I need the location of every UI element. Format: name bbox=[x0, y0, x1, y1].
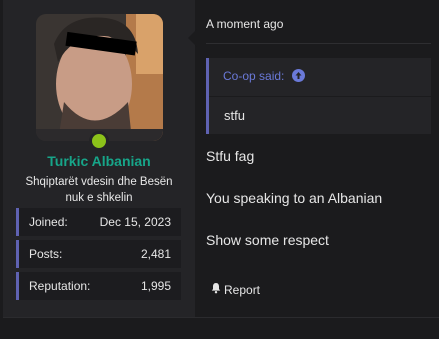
stat-label: Joined: bbox=[29, 215, 68, 229]
quote-block: Co-op said: stfu bbox=[206, 58, 431, 134]
message-pointer bbox=[188, 29, 197, 47]
quote-author: Co-op said: bbox=[223, 69, 285, 83]
stat-reputation: Reputation: 1,995 bbox=[16, 272, 181, 300]
stat-label: Posts: bbox=[29, 247, 63, 261]
message-line: Stfu fag bbox=[206, 148, 255, 164]
stat-joined: Joined: Dec 15, 2023 bbox=[16, 208, 181, 236]
stat-posts: Posts: 2,481 bbox=[16, 240, 181, 268]
user-info-panel: Turkic Albanian Shqiptarët vdesin dhe Be… bbox=[3, 0, 195, 317]
report-label: Report bbox=[224, 282, 261, 297]
arrow-up-circle-icon[interactable] bbox=[291, 69, 305, 85]
quote-header[interactable]: Co-op said: bbox=[223, 69, 305, 85]
username[interactable]: Turkic Albanian bbox=[3, 153, 195, 169]
header-divider bbox=[206, 43, 431, 44]
user-title: Shqiptarët vdesin dhe Besën nuk e shkeli… bbox=[25, 176, 173, 204]
stat-value: Dec 15, 2023 bbox=[99, 215, 171, 229]
message-line: Show some respect bbox=[206, 232, 329, 248]
user-stats: Joined: Dec 15, 2023 Posts: 2,481 Reputa… bbox=[16, 208, 181, 304]
report-button[interactable]: Report bbox=[210, 282, 260, 297]
message-line: You speaking to an Albanian bbox=[206, 190, 383, 206]
avatar-image bbox=[36, 14, 163, 141]
stat-label: Reputation: bbox=[29, 279, 91, 293]
bell-icon bbox=[210, 282, 222, 297]
stat-value: 1,995 bbox=[140, 279, 171, 293]
quote-divider bbox=[209, 96, 431, 97]
online-status-indicator bbox=[89, 131, 109, 151]
stat-value[interactable]: 2,481 bbox=[141, 240, 171, 268]
quote-text: stfu bbox=[224, 108, 245, 123]
message-post: Turkic Albanian Shqiptarët vdesin dhe Be… bbox=[3, 0, 439, 318]
avatar[interactable] bbox=[36, 14, 163, 141]
post-timestamp[interactable]: A moment ago bbox=[206, 17, 283, 31]
